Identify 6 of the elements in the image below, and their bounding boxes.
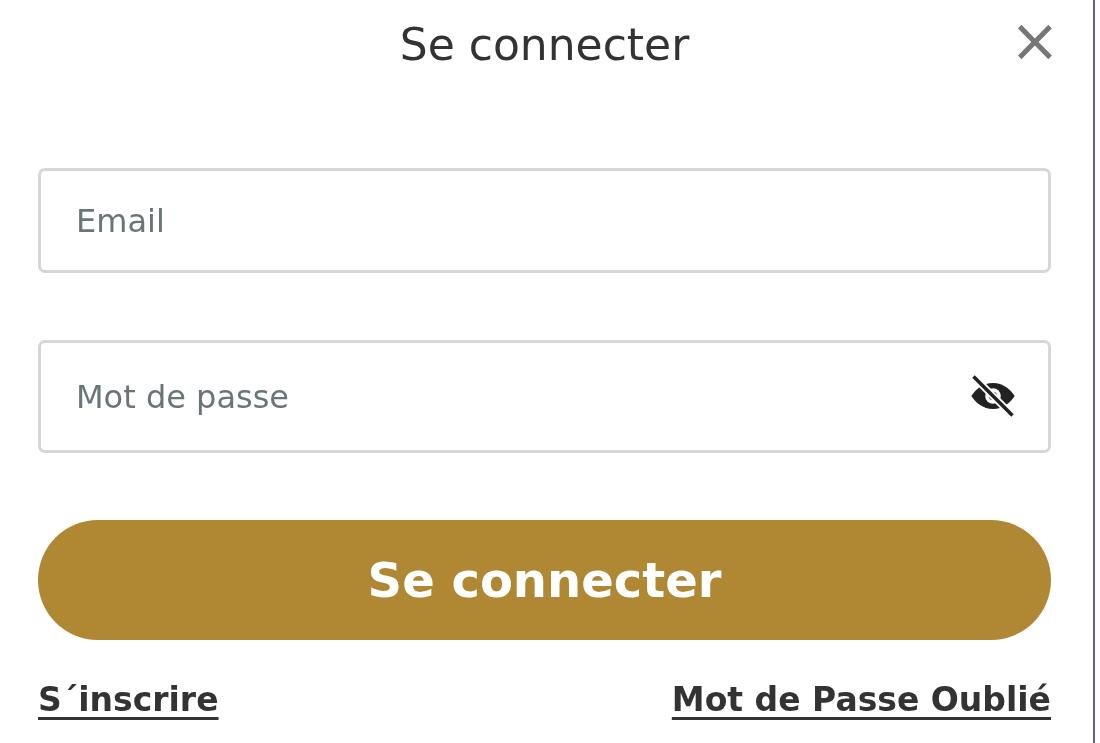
password-field[interactable]: Mot de passe [38, 340, 1051, 453]
email-field[interactable]: Email [38, 168, 1051, 273]
register-link[interactable]: S´inscrire [38, 680, 219, 719]
close-button[interactable]: × [1009, 10, 1061, 70]
forgot-password-link[interactable]: Mot de Passe Oublié [671, 680, 1051, 719]
dialog-title: Se connecter [399, 18, 690, 70]
